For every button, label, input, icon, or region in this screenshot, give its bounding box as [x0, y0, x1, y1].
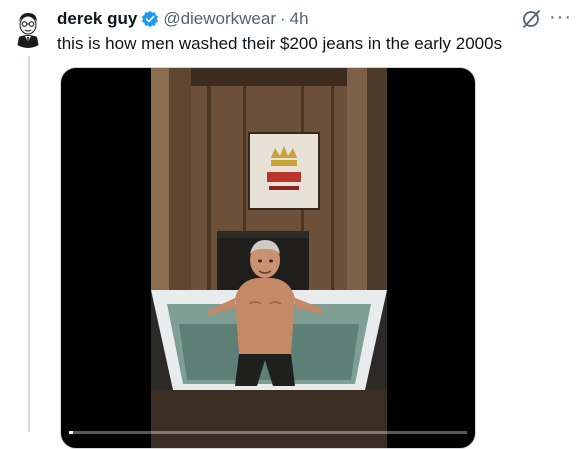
- grok-icon[interactable]: [520, 8, 542, 30]
- avatar[interactable]: [8, 8, 48, 48]
- author-handle[interactable]: @dieworkwear: [163, 9, 276, 29]
- separator-dot: ·: [280, 9, 286, 28]
- video-progress-bar[interactable]: [69, 431, 467, 434]
- thread-line: [28, 56, 30, 432]
- more-icon[interactable]: ···: [549, 6, 572, 29]
- video-frame: [151, 68, 387, 448]
- tweet-header: derek guy @dieworkwear · 4h: [57, 8, 309, 30]
- video-player[interactable]: [60, 67, 476, 449]
- video-progress-fill: [69, 431, 73, 434]
- timestamp[interactable]: 4h: [290, 9, 309, 29]
- tweet-text: this is how men washed their $200 jeans …: [57, 34, 503, 53]
- verified-badge-icon: [142, 10, 159, 28]
- author-name[interactable]: derek guy: [57, 9, 137, 29]
- avatar-illustration: [8, 8, 48, 48]
